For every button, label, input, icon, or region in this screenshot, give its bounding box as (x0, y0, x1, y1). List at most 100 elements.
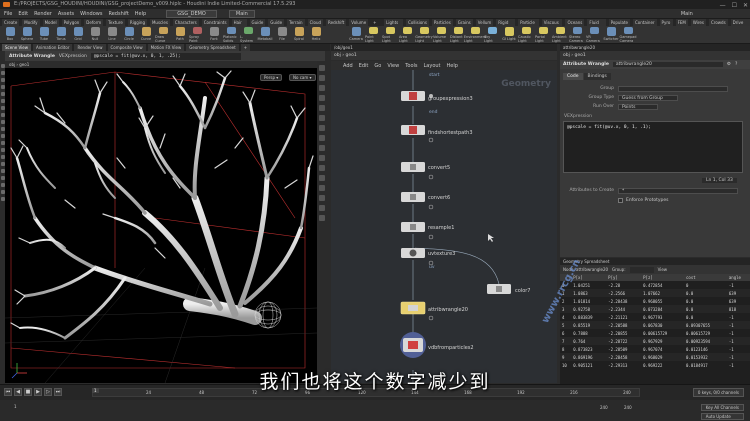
shelf-tab[interactable]: Hair Utils (231, 19, 247, 32)
shelf-tool-curve[interactable]: Curve (138, 27, 154, 43)
shelf-tab[interactable]: Texture (106, 19, 125, 26)
shelf-tool-geometry-light[interactable]: Geometry Light (415, 27, 433, 43)
shelf-tool-font[interactable]: Font (206, 27, 222, 43)
node-color7[interactable]: color7 (487, 284, 531, 294)
net-menu-layout[interactable]: Layout (424, 63, 441, 69)
move-tool-icon[interactable] (0, 71, 5, 75)
tab-code[interactable]: Code (563, 73, 583, 80)
shelf-tab[interactable]: Particle Fluids (518, 19, 539, 32)
shelf-tool-sphere[interactable]: Sphere (19, 27, 35, 43)
backface-icon[interactable] (318, 145, 325, 151)
shelf-tool-switcher[interactable]: Switcher (603, 27, 619, 43)
shelf-tab[interactable]: Cloud FX (307, 19, 324, 32)
run-over-select[interactable]: Points (618, 103, 658, 110)
shelf-tab[interactable]: Lights and C (384, 19, 404, 32)
select-connected-icon[interactable] (0, 183, 5, 187)
tab-animation-editor[interactable]: Animation Editor (32, 44, 73, 51)
enforce-checkbox[interactable] (618, 198, 623, 203)
frame-selection-icon[interactable] (318, 215, 325, 221)
shelf-tab[interactable]: Create (2, 19, 20, 26)
node-groupexpression3[interactable]: groupexpression3 (401, 91, 473, 102)
select-groups-icon[interactable] (0, 176, 5, 180)
shelf-tab[interactable]: Oceans (565, 19, 585, 26)
shelf-tool-spot-light[interactable]: Spot Light (382, 27, 398, 43)
shelf-tool-gi-light[interactable]: GI Light (501, 27, 517, 43)
primitives-tool-icon[interactable] (0, 148, 5, 152)
shelf-tool-portal-light[interactable]: Portal Light (535, 27, 551, 43)
objects-tool-icon[interactable] (0, 162, 5, 166)
net-path-obj[interactable]: obj (334, 53, 341, 58)
shelf-tool-torus[interactable]: Torus (53, 27, 69, 43)
net-menu-view[interactable]: View (387, 63, 399, 69)
range-end-2[interactable]: 240 (624, 405, 632, 410)
shelf-tab[interactable]: Rigid Bodies (496, 19, 516, 32)
gear-icon[interactable]: ⚙ (727, 62, 731, 67)
node-findshortestpath3[interactable]: findshortestpath3 (401, 125, 473, 143)
lighting-icon[interactable] (318, 75, 325, 81)
shelf-tab[interactable]: Deform (84, 19, 104, 26)
param-node-name[interactable]: attribwrangle20 (612, 62, 723, 67)
sheet-group-field[interactable] (629, 266, 654, 273)
shelf-tool-area-light[interactable]: Area Light (399, 27, 415, 43)
shelf-tool-spray-paint[interactable]: Spray Paint (189, 27, 205, 43)
vex-expression-field[interactable]: @pscale = fit(@uv.x, 0, 1, .25); (90, 52, 241, 60)
shelf-tab[interactable]: Model (42, 19, 59, 26)
net-menu-help[interactable]: Help (447, 63, 458, 69)
shelf-tool-ambient-light[interactable]: Ambient Light (552, 27, 568, 43)
shelf-tool-path[interactable]: Path (172, 27, 188, 43)
camera-icon[interactable] (318, 195, 325, 201)
shelf-tab[interactable]: Modify (22, 19, 40, 26)
sheet-view-button[interactable]: View (658, 267, 668, 272)
shelf-tool-environment-light[interactable]: Environment Light (464, 27, 486, 43)
display-options-icon[interactable] (318, 65, 325, 71)
grid-icon[interactable] (318, 155, 325, 161)
tab-render-view[interactable]: Render View (74, 44, 106, 51)
shelf-tab[interactable]: Wires (690, 19, 706, 26)
shelf-tab[interactable]: Collisions (406, 19, 429, 26)
shelf-tool-circle[interactable]: Circle (121, 27, 137, 43)
shelf-tool-stereo-camera[interactable]: Stereo Camera (569, 27, 585, 43)
wireframe-icon[interactable] (318, 95, 325, 101)
shading-mode-icon[interactable] (318, 85, 325, 91)
build-selector[interactable]: Main (228, 9, 255, 18)
tab-composite-view[interactable]: Composite View (107, 44, 146, 51)
shelf-tab[interactable]: Muscles (149, 19, 170, 26)
shelf-tab[interactable]: Constraints (201, 19, 229, 26)
menu-redshift[interactable]: Redshift (108, 11, 128, 17)
auto-update-select[interactable]: Auto Update (700, 413, 744, 420)
select-region-icon[interactable] (0, 197, 5, 201)
shelf-set-label[interactable]: Main (681, 11, 693, 17)
shelf-tool-box[interactable]: Box (2, 27, 18, 43)
desktop-selector[interactable]: GSG_DEMO (166, 9, 217, 18)
bg-image-icon[interactable] (318, 175, 325, 181)
scale-tool-icon[interactable] (0, 85, 5, 89)
help-icon[interactable]: ? (735, 62, 737, 67)
shelf-tool-camera[interactable]: Camera (348, 27, 364, 43)
menu-windows[interactable]: Windows (80, 11, 102, 17)
shelf-tool-vr-camera[interactable]: VR Camera (586, 27, 602, 43)
node-attribwrangle20[interactable]: attribwrangle20 (400, 301, 468, 321)
net-menu-tools[interactable]: Tools (405, 63, 417, 69)
ghosting-icon[interactable] (318, 135, 325, 141)
safe-area-icon[interactable] (318, 185, 325, 191)
group-field[interactable] (618, 85, 728, 92)
shelf-tab[interactable]: Redshift (326, 19, 347, 26)
column-header[interactable]: P[y] (606, 274, 642, 281)
persp-menu[interactable]: Persp ▾ (260, 74, 283, 81)
net-menu-edit[interactable]: Edit (359, 63, 369, 69)
sticky-tool-icon[interactable] (0, 120, 5, 124)
shelf-tool-spiral[interactable]: Spiral (291, 27, 307, 43)
vertices-tool-icon[interactable] (0, 155, 5, 159)
range-end[interactable]: 240 (600, 405, 608, 410)
add-tab-button[interactable]: + (240, 44, 251, 51)
shelf-tab[interactable]: Populate Con (608, 19, 630, 32)
node-convert6[interactable]: convert6 (401, 192, 450, 210)
shelf-tab[interactable]: Vellum (475, 19, 494, 26)
menu-file[interactable]: File (4, 11, 12, 17)
rotate-tool-icon[interactable] (0, 78, 5, 82)
menu-assets[interactable]: Assets (58, 11, 74, 17)
shelf-tab[interactable]: Particles (431, 19, 453, 26)
param-path-obj[interactable]: obj (563, 53, 570, 58)
shelf-tab[interactable]: Pyro FX (659, 19, 673, 32)
net-menu-add[interactable]: Add (343, 63, 353, 69)
